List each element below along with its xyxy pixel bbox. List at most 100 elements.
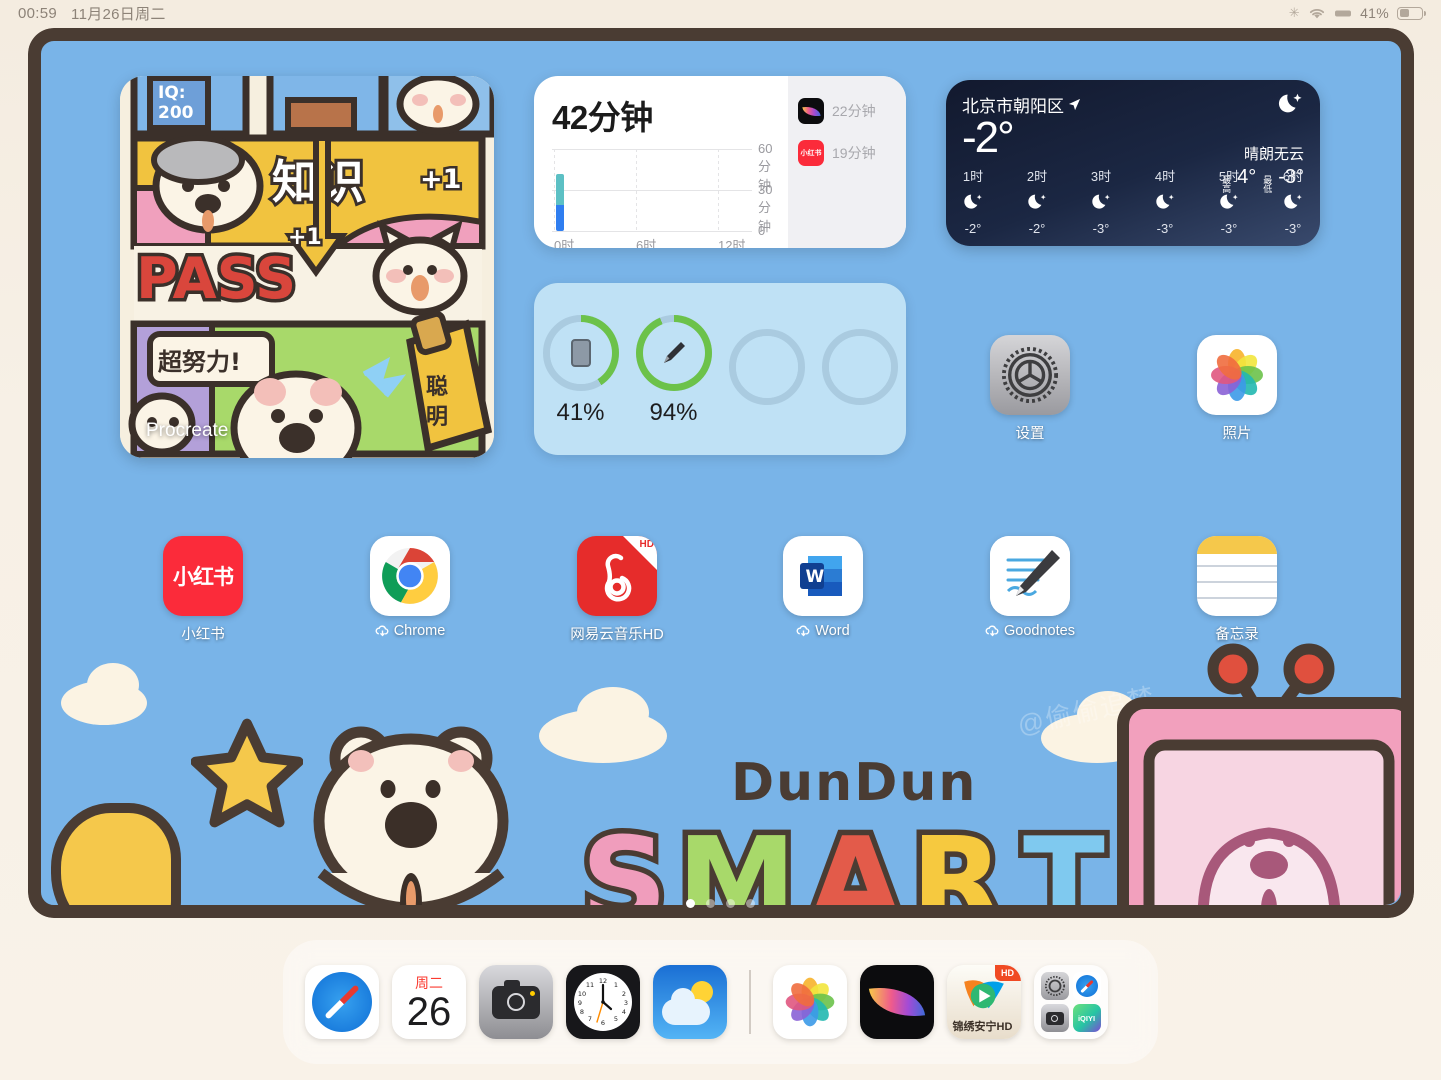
xiaohongshu-icon: 小红书 [163,536,243,616]
app-icon-word[interactable]: W Word [768,536,878,639]
battery-ring-pencil: 94% [635,315,712,427]
app-label: Word [815,623,850,639]
page-dot-active[interactable] [686,899,695,908]
svg-text:7: 7 [588,1015,592,1023]
procreate-icon [868,981,925,1023]
screen-time-chart-area: 42分钟 60分钟 30分钟 0 0时 6时 12时 [534,76,788,248]
photos-icon [1197,335,1277,415]
status-bar-left: 00:59 11月26日周二 [18,3,166,24]
dock-recent-tencent-video[interactable]: HD 锦绣安宁HD [946,965,1021,1039]
procreate-icon [798,98,824,124]
forecast-time: 5时 [1218,169,1240,184]
widget-batteries[interactable]: 41% 94% [534,283,906,455]
tencent-video-title: 锦绣安宁HD [952,1021,1013,1033]
wallpaper-script-title: DunDun [731,753,978,813]
gridline-vertical [636,149,637,231]
forecast-temp: -2° [1028,221,1046,236]
moon-stars-icon [1220,194,1238,209]
page-dot[interactable] [726,899,735,908]
y-axis-label: 0 [758,223,766,238]
list-item: 小红书 19分钟 [798,140,906,166]
forecast-temp: -3° [1092,221,1110,236]
procreate-widget-label: Procreate [146,420,229,441]
x-axis-label: 6时 [636,238,657,248]
moon-stars-icon [1028,194,1046,209]
status-bar: 00:59 11月26日周二 ✳ 41% [0,0,1441,26]
x-axis-label: 12时 [718,238,746,248]
svg-text:2: 2 [622,990,626,998]
cloud-shape [577,687,649,739]
photos-icon [785,977,834,1027]
procreate-widget-artwork: IQ: 200 知识 +1 [120,76,494,458]
widget-procreate[interactable]: IQ: 200 知识 +1 [120,76,494,458]
clock-icon: 12 1 2 345 678 9 10 11 [574,973,632,1031]
app-icon-settings[interactable]: 设置 [975,335,1085,443]
mini-settings-icon [1040,972,1069,1000]
notes-header-bar [1197,536,1277,554]
app-label: 网易云音乐HD [570,627,664,643]
app-icon-xiaohongshu[interactable]: 小红书 小红书 [148,536,258,644]
forecast-temp: -3° [1220,221,1238,236]
dock-icon-calendar[interactable]: 周二 26 [392,965,466,1039]
xiaohongshu-icon: 小红书 [798,140,824,166]
battery-ring [821,329,898,405]
moon-stars-icon [1278,93,1302,113]
forecast-temp: -2° [964,221,982,236]
battery-ring [542,315,619,391]
battery-ring-ipad: 41% [542,315,619,427]
dock-icon-weather[interactable] [653,965,727,1039]
mini-safari-icon [1072,972,1101,1000]
svg-text:11: 11 [586,981,594,989]
rotation-lock-icon: ✳ [1288,5,1301,20]
status-time: 00:59 [18,4,58,22]
svg-text:4: 4 [622,1008,626,1016]
mini-iqiyi-icon: iQIYI [1072,1004,1101,1032]
dock: 周二 26 12 1 2 345 678 9 10 11 HD 锦绣安宁HD i… [283,940,1158,1064]
dock-divider [749,970,751,1034]
yellow-blob-shape [51,803,181,905]
location-arrow-icon [1068,98,1081,111]
widget-weather[interactable]: 北京市朝阳区 -2° 晴朗无云 最高 4° 最低 -3° 1时 -2° 2时 -… [946,80,1320,246]
settings-icon [990,335,1070,415]
safari-icon [312,972,372,1032]
svg-text:9: 9 [578,999,582,1007]
x-axis-label: 0时 [554,238,575,248]
dock-recent-photos[interactable] [772,965,847,1039]
gridline [552,231,752,232]
page-indicator[interactable] [0,899,1441,908]
notes-rule [1197,565,1277,567]
page-dot[interactable] [706,899,715,908]
dock-icon-clock[interactable]: 12 1 2 345 678 9 10 11 [566,965,640,1039]
forecast-hour: 5时 -3° [1218,166,1240,236]
dock-recent-procreate[interactable] [859,965,934,1039]
widget-screen-time[interactable]: 42分钟 60分钟 30分钟 0 0时 6时 12时 22分钟 小红书 19分钟 [534,76,906,248]
cloud-download-icon [375,625,389,637]
smart-letter: S [575,808,672,906]
app-icon-goodnotes[interactable]: Goodnotes [975,536,1085,639]
svg-text:聪: 聪 [426,374,448,400]
ipad-icon [543,315,619,391]
apple-pencil-icon [636,315,712,391]
keyboard-icon [1335,10,1352,16]
notes-rule [1197,597,1277,599]
forecast-hour: 4时 -3° [1154,166,1176,236]
app-icon-chrome[interactable]: Chrome [355,536,465,639]
app-label: 照片 [1222,426,1252,442]
page-dot[interactable] [746,899,755,908]
screen-time-chart: 60分钟 30分钟 0 0时 6时 12时 [552,141,772,248]
status-date: 11月26日周二 [71,5,166,23]
dock-icon-camera[interactable] [479,965,553,1039]
svg-text:+1: +1 [420,164,461,195]
moon-stars-icon [1284,194,1302,209]
dock-folder[interactable]: iQIYI [1033,965,1108,1039]
svg-text:超努力!: 超努力! [158,348,241,376]
moon-stars-icon [1156,194,1174,209]
svg-text:1: 1 [614,981,618,989]
app-icon-photos[interactable]: 照片 [1182,335,1292,443]
smart-letter: R [905,808,1008,906]
dock-icon-safari[interactable] [305,965,379,1039]
svg-text:3: 3 [624,999,628,1007]
app-icon-notes[interactable]: 备忘录 [1182,536,1292,644]
app-icon-netease-music[interactable]: HD 网易云音乐HD [562,536,672,644]
list-item: 22分钟 [798,98,906,124]
